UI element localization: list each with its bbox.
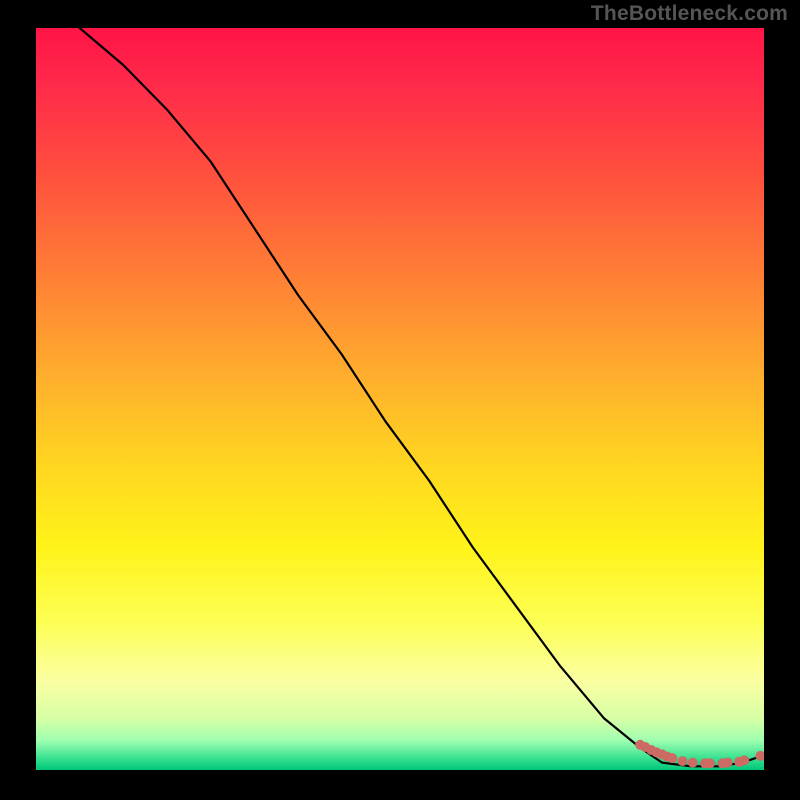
chart-frame: TheBottleneck.com (0, 0, 800, 800)
bottleneck-curve (36, 28, 764, 766)
scatter-dots (635, 740, 764, 769)
scatter-dot (755, 751, 764, 761)
scatter-dot (705, 758, 715, 768)
chart-overlay (36, 28, 764, 770)
scatter-dot (723, 758, 733, 768)
plot-area (36, 28, 764, 770)
scatter-dot (678, 756, 688, 766)
scatter-dot (667, 753, 677, 763)
scatter-dot (688, 758, 698, 768)
scatter-dot (739, 755, 749, 765)
brand-watermark: TheBottleneck.com (591, 2, 788, 26)
